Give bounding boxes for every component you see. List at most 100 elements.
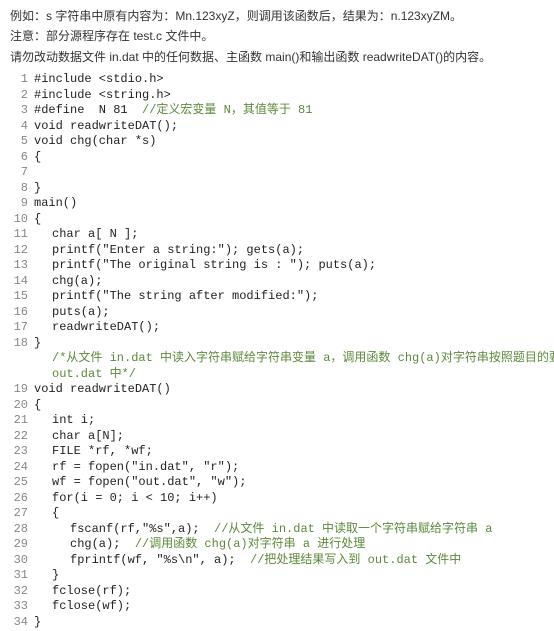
code-text: { bbox=[52, 506, 59, 520]
code-line: char a[ N ]; bbox=[34, 226, 554, 242]
code-line: puts(a); bbox=[34, 304, 554, 320]
line-number: 2 bbox=[0, 87, 28, 103]
code-text: puts(a); bbox=[52, 305, 110, 319]
intro-line: 请勿改动数据文件 in.dat 中的任何数据、主函数 main()和输出函数 r… bbox=[10, 47, 544, 67]
code-text: fprintf(wf, "%s\n", a); bbox=[70, 553, 250, 567]
code-comment: //定义宏变量 N，其值等于 81 bbox=[142, 103, 312, 117]
code-line: } bbox=[34, 180, 554, 196]
code-line: } bbox=[34, 335, 554, 351]
code-text: readwriteDAT(); bbox=[52, 320, 160, 334]
code-line: fclose(rf); bbox=[34, 583, 554, 599]
line-number: 16 bbox=[0, 304, 28, 320]
code-line: rf = fopen("in.dat", "r"); bbox=[34, 459, 554, 475]
code-text: printf("The original string is : "); put… bbox=[52, 258, 376, 272]
code-line: main() bbox=[34, 195, 554, 211]
code-text: printf("The string after modified:"); bbox=[52, 289, 318, 303]
code-text: void chg(char *s) bbox=[34, 134, 156, 148]
code-text: } bbox=[34, 181, 41, 195]
intro-text: 例如：s 字符串中原有内容为：Mn.123xyZ，则调用该函数后，结果为：n.1… bbox=[0, 0, 554, 71]
line-number: 15 bbox=[0, 288, 28, 304]
code-text: { bbox=[34, 212, 41, 226]
line-number: 34 bbox=[0, 614, 28, 630]
source-code: #include <stdio.h> #include <string.h>#de… bbox=[34, 71, 554, 629]
code-text: printf("Enter a string:"); gets(a); bbox=[52, 243, 304, 257]
code-line: printf("The string after modified:"); bbox=[34, 288, 554, 304]
line-number-gutter: 1234567891011121314151617181920212223242… bbox=[0, 71, 34, 629]
code-line: fscanf(rf,"%s",a); //从文件 in.dat 中读取一个字符串… bbox=[34, 521, 554, 537]
line-number: 31 bbox=[0, 567, 28, 583]
code-line: #include <stdio.h> bbox=[34, 71, 554, 87]
line-number: 29 bbox=[0, 536, 28, 552]
code-line: printf("Enter a string:"); gets(a); bbox=[34, 242, 554, 258]
code-text: #define N 81 bbox=[34, 103, 142, 117]
code-line: #define N 81 //定义宏变量 N，其值等于 81 bbox=[34, 102, 554, 118]
line-number: 13 bbox=[0, 257, 28, 273]
code-comment: //调用函数 chg(a)对字符串 a 进行处理 bbox=[135, 537, 365, 551]
code-line: for(i = 0; i < 10; i++) bbox=[34, 490, 554, 506]
code-line: chg(a); //调用函数 chg(a)对字符串 a 进行处理 bbox=[34, 536, 554, 552]
line-number: 19 bbox=[0, 381, 28, 397]
code-line: chg(a); bbox=[34, 273, 554, 289]
code-line: fprintf(wf, "%s\n", a); //把处理结果写入到 out.d… bbox=[34, 552, 554, 568]
line-number: 8 bbox=[0, 180, 28, 196]
line-number: 14 bbox=[0, 273, 28, 289]
line-number: 27 bbox=[0, 505, 28, 521]
code-line: { bbox=[34, 149, 554, 165]
code-line: void chg(char *s) bbox=[34, 133, 554, 149]
code-text: fclose(rf); bbox=[52, 584, 131, 598]
code-line: readwriteDAT(); bbox=[34, 319, 554, 335]
line-number: 1 bbox=[0, 71, 28, 87]
line-number: 9 bbox=[0, 195, 28, 211]
code-line: } bbox=[34, 614, 554, 630]
line-number: 10 bbox=[0, 211, 28, 227]
code-comment: //把处理结果写入到 out.dat 文件中 bbox=[250, 553, 461, 567]
intro-line: 例如：s 字符串中原有内容为：Mn.123xyZ，则调用该函数后，结果为：n.1… bbox=[10, 6, 544, 26]
code-text: char a[ N ]; bbox=[52, 227, 138, 241]
code-line: { bbox=[34, 211, 554, 227]
line-number: 18 bbox=[0, 335, 28, 351]
code-text: } bbox=[52, 568, 59, 582]
code-text: fclose(wf); bbox=[52, 599, 131, 613]
intro-line: 注意：部分源程序存在 test.c 文件中。 bbox=[10, 26, 544, 46]
code-line: FILE *rf, *wf; bbox=[34, 443, 554, 459]
code-block: 1234567891011121314151617181920212223242… bbox=[0, 71, 554, 629]
line-number: 7 bbox=[0, 164, 28, 180]
code-line: printf("The original string is : "); put… bbox=[34, 257, 554, 273]
code-line: #include <string.h> bbox=[34, 87, 554, 103]
line-number: 26 bbox=[0, 490, 28, 506]
code-text: char a[N]; bbox=[52, 429, 124, 443]
code-text: chg(a); bbox=[70, 537, 135, 551]
line-number: 33 bbox=[0, 598, 28, 614]
code-text: chg(a); bbox=[52, 274, 102, 288]
code-line: } bbox=[34, 567, 554, 583]
line-number: 20 bbox=[0, 397, 28, 413]
code-line: wf = fopen("out.dat", "w"); bbox=[34, 474, 554, 490]
code-text: #include <string.h> bbox=[34, 88, 171, 102]
code-line: { bbox=[34, 505, 554, 521]
line-number: 28 bbox=[0, 521, 28, 537]
code-text: for(i = 0; i < 10; i++) bbox=[52, 491, 218, 505]
line-number: 24 bbox=[0, 459, 28, 475]
line-number: 4 bbox=[0, 118, 28, 134]
line-number: 30 bbox=[0, 552, 28, 568]
line-number: 3 bbox=[0, 102, 28, 118]
line-number: 11 bbox=[0, 226, 28, 242]
code-text: { bbox=[34, 150, 41, 164]
code-line: int i; bbox=[34, 412, 554, 428]
code-text: fscanf(rf,"%s",a); bbox=[70, 522, 214, 536]
code-line: char a[N]; bbox=[34, 428, 554, 444]
code-text: void readwriteDAT() bbox=[34, 382, 171, 396]
code-text: } bbox=[34, 336, 41, 350]
code-text: void readwriteDAT(); bbox=[34, 119, 178, 133]
line-number: 23 bbox=[0, 443, 28, 459]
code-comment: /*从文件 in.dat 中读入字符串赋给字符串变量 a，调用函数 chg(a)… bbox=[34, 350, 554, 366]
line-number: 32 bbox=[0, 583, 28, 599]
line-number: 17 bbox=[0, 319, 28, 335]
code-comment: out.dat 中*/ bbox=[34, 366, 554, 382]
line-number: 5 bbox=[0, 133, 28, 149]
code-line: void readwriteDAT() bbox=[34, 381, 554, 397]
line-number: 12 bbox=[0, 242, 28, 258]
code-text: { bbox=[34, 398, 41, 412]
code-text: #include <stdio.h> bbox=[34, 72, 164, 86]
line-number: 25 bbox=[0, 474, 28, 490]
